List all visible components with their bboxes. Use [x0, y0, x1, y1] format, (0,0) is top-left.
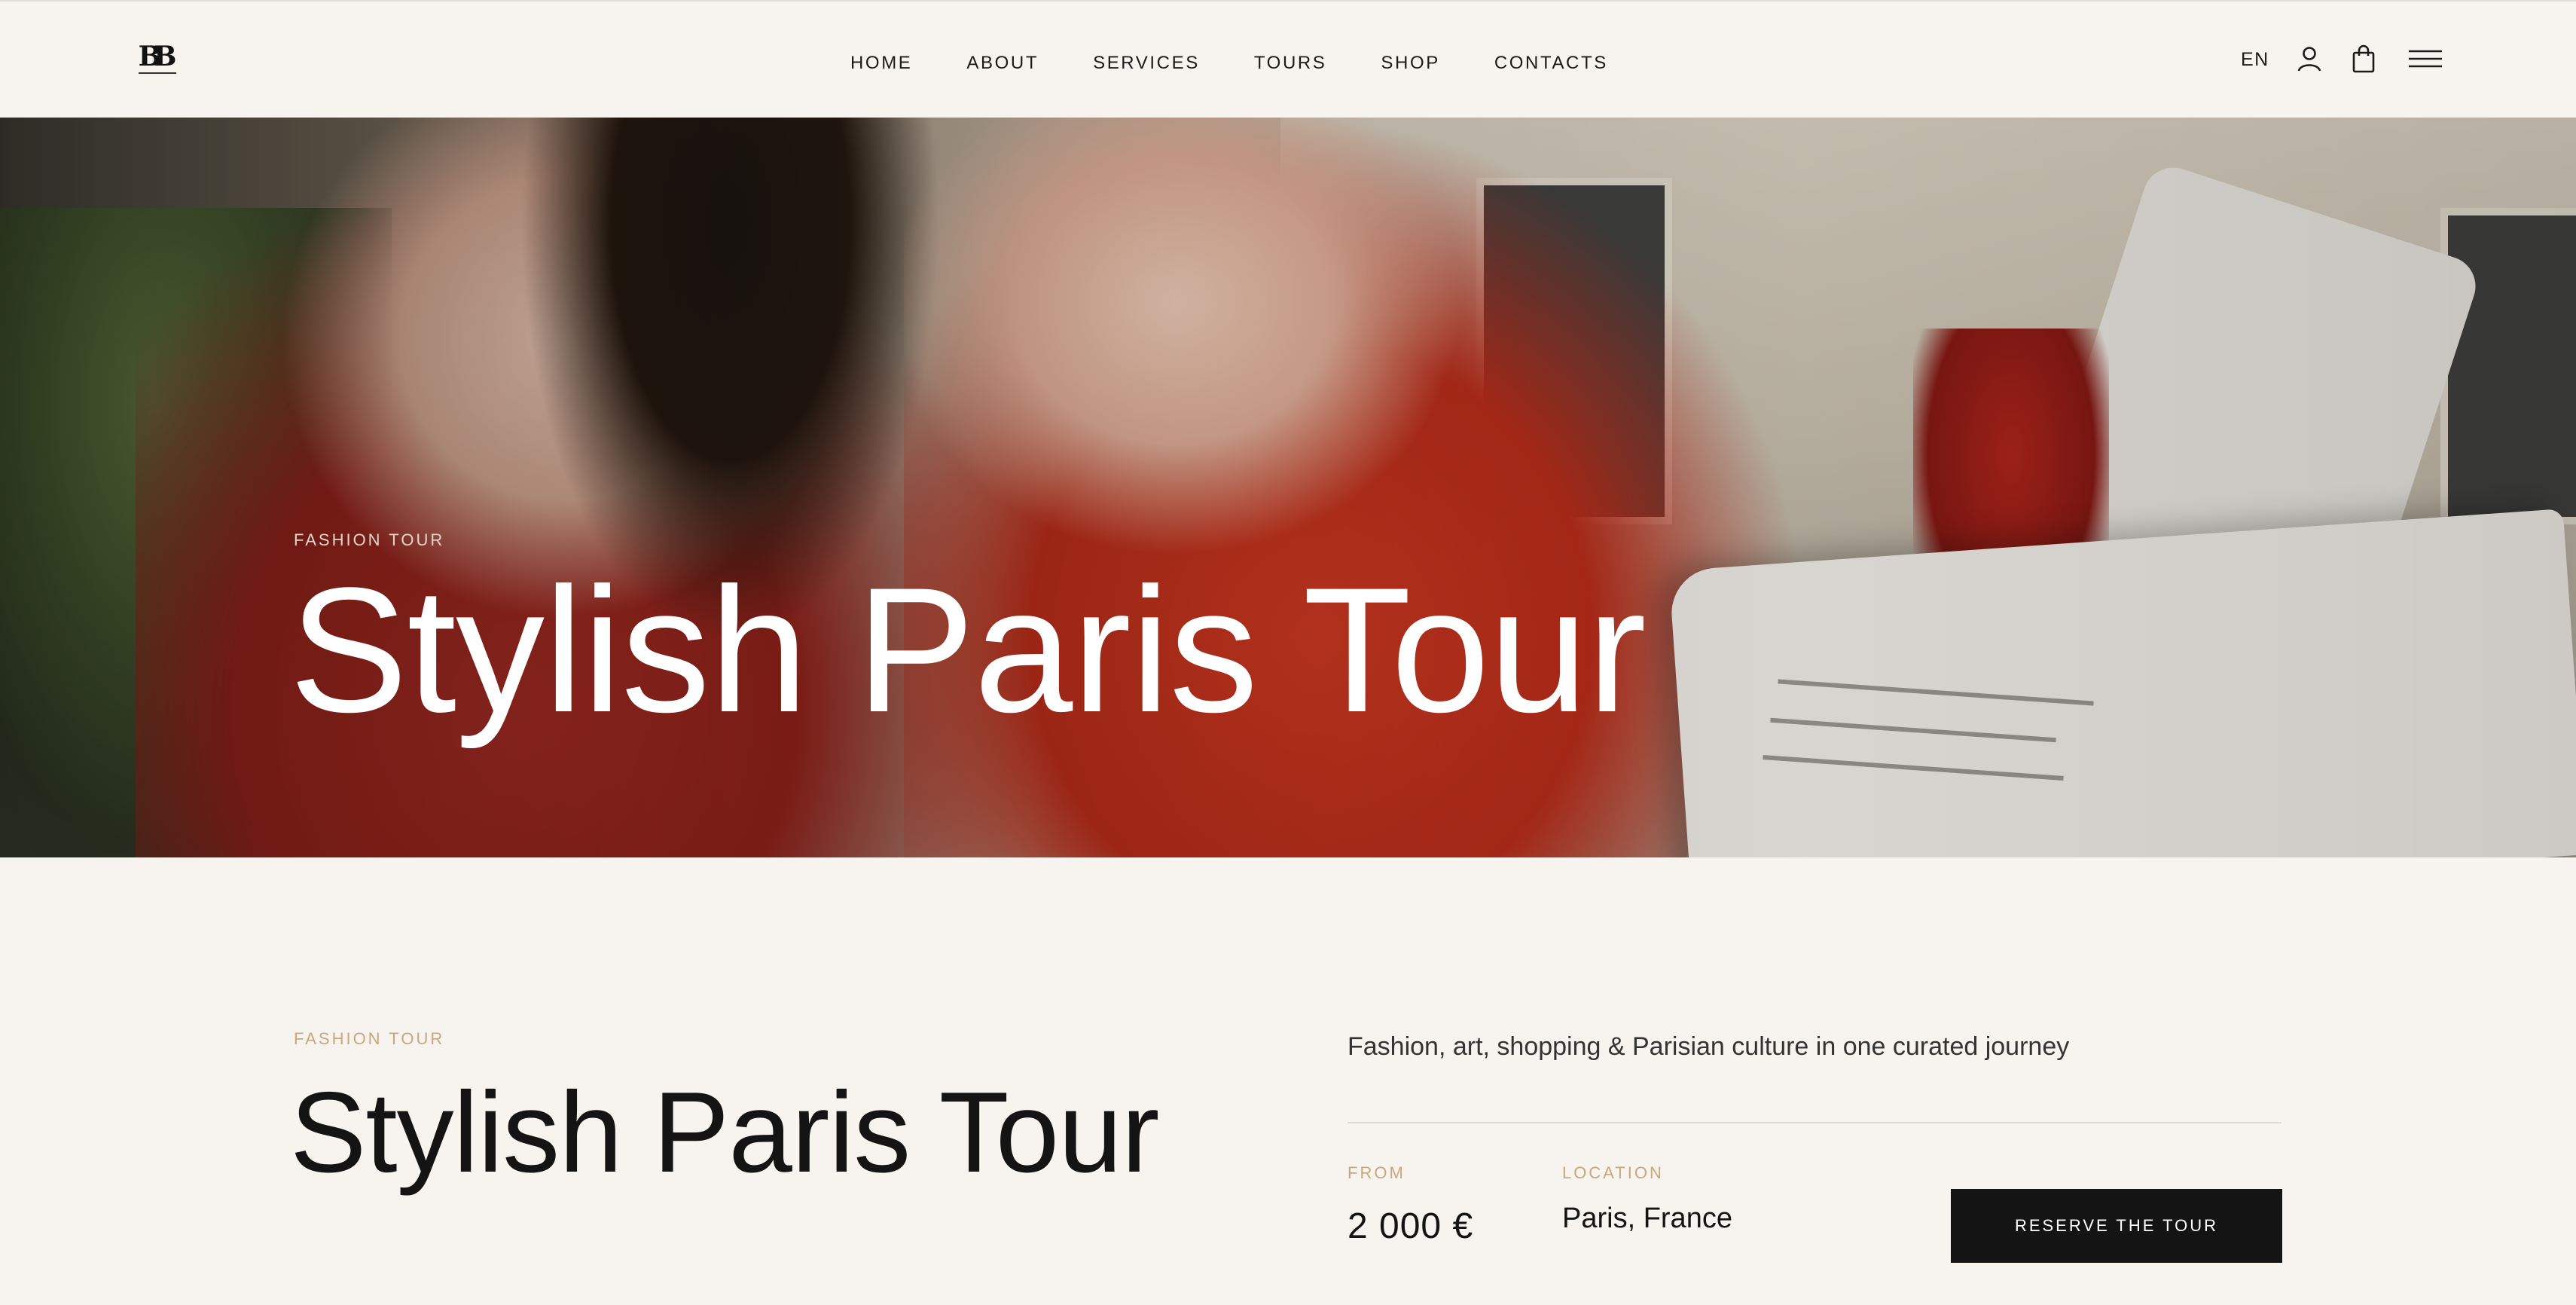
nav-about[interactable]: ABOUT: [966, 53, 1039, 74]
main-nav: HOME ABOUT SERVICES TOURS SHOP CONTACTS: [850, 48, 1608, 78]
page: BB HOME ABOUT SERVICES TOURS SHOP CONTAC…: [0, 0, 2576, 1305]
site-header: BB HOME ABOUT SERVICES TOURS SHOP CONTAC…: [0, 0, 2576, 118]
logo-mark: BB: [138, 41, 177, 72]
hero-banner: FASHION TOUR Stylish Paris Tour: [0, 118, 2576, 857]
menu-icon[interactable]: [2407, 44, 2443, 74]
hero-title: Stylish Paris Tour: [289, 551, 1647, 750]
language-switcher[interactable]: EN: [2241, 49, 2269, 71]
price-label: FROM: [1348, 1163, 1406, 1182]
cart-icon[interactable]: [2349, 44, 2379, 74]
logo-underline: [139, 72, 176, 74]
nav-contacts[interactable]: CONTACTS: [1494, 53, 1608, 74]
nav-shop[interactable]: SHOP: [1381, 53, 1439, 74]
location-value: Paris, France: [1562, 1203, 1732, 1234]
tour-tagline: Fashion, art, shopping & Parisian cultur…: [1348, 1032, 2070, 1061]
divider: [1348, 1122, 2281, 1123]
tour-eyebrow: FASHION TOUR: [294, 1029, 445, 1048]
price-value: 2 000 €: [1348, 1206, 1474, 1246]
location-label: LOCATION: [1562, 1163, 1664, 1182]
nav-home[interactable]: HOME: [850, 53, 912, 74]
nav-tours[interactable]: TOURS: [1254, 53, 1327, 74]
hero-eyebrow: FASHION TOUR: [294, 530, 445, 549]
account-icon[interactable]: [2294, 44, 2324, 74]
logo[interactable]: BB: [139, 43, 176, 75]
nav-services[interactable]: SERVICES: [1093, 53, 1200, 74]
reserve-tour-button[interactable]: RESERVE THE TOUR: [1951, 1189, 2282, 1263]
tour-title: Stylish Paris Tour: [290, 1068, 1159, 1197]
